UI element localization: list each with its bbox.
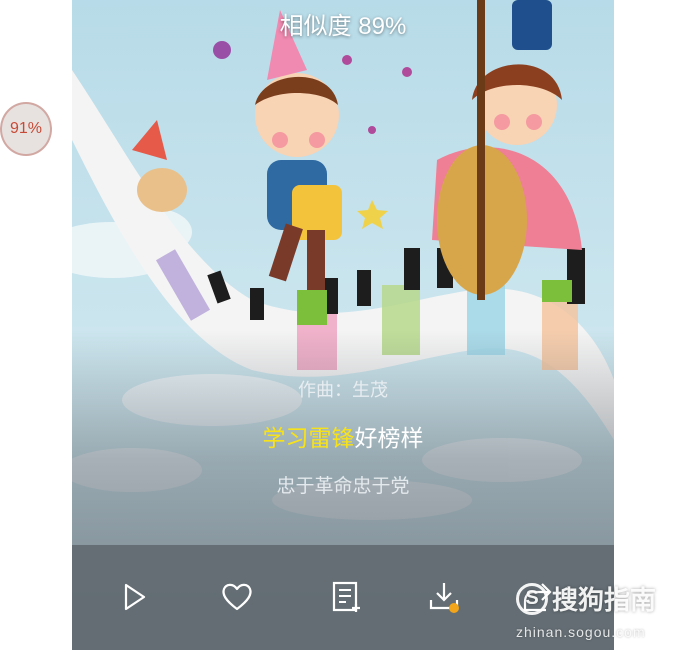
similarity-score: 相似度 89% bbox=[279, 13, 407, 40]
lyric-composer-line: 作曲：生茂 bbox=[298, 380, 388, 400]
lyric-current-line: 学习雷锋好榜样 bbox=[72, 419, 614, 453]
play-icon bbox=[124, 583, 146, 611]
lyric-sung-part: 学习雷锋 bbox=[262, 425, 355, 451]
similarity-percent-badge: 91% bbox=[0, 102, 52, 156]
play-button[interactable] bbox=[112, 575, 156, 619]
download-icon bbox=[429, 583, 459, 613]
playlist-add-icon bbox=[332, 581, 360, 612]
add-to-playlist-button[interactable] bbox=[324, 575, 368, 619]
heart-icon bbox=[222, 583, 252, 611]
lyric-next-line: 忠于革命忠于党 bbox=[276, 476, 410, 497]
sogou-watermark-logo: S 搜狗指南 bbox=[516, 580, 656, 617]
lyric-unsung-part: 好榜样 bbox=[354, 425, 424, 451]
sogou-logo-text: 搜狗指南 bbox=[552, 585, 657, 615]
like-button[interactable] bbox=[215, 575, 259, 619]
player-screen: 相似度 89% 作曲：生茂 学习雷锋好榜样 忠于革命忠于党 bbox=[72, 0, 614, 650]
download-button[interactable] bbox=[422, 575, 466, 619]
sogou-logo-icon: S bbox=[516, 582, 548, 615]
watermark-url: zhinan.sogou.com bbox=[516, 624, 646, 640]
